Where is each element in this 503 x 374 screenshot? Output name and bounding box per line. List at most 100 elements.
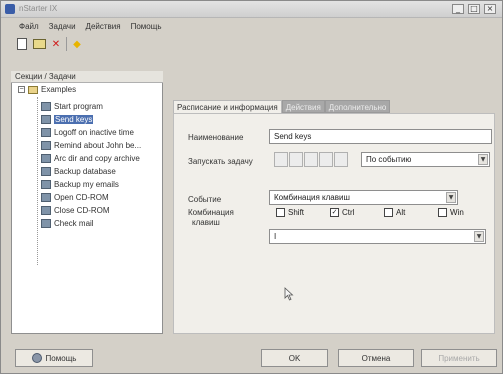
tree-item[interactable]: Close CD-ROM — [41, 204, 141, 217]
name-label: Наименование — [188, 133, 244, 142]
schedule-segment[interactable] — [334, 152, 348, 167]
app-icon — [5, 4, 15, 14]
task-icon — [41, 102, 51, 111]
tree-root[interactable]: − Examples — [18, 85, 76, 94]
task-icon — [41, 115, 51, 124]
maximize-icon[interactable]: □ — [468, 4, 480, 14]
menu-bar: Файл Задачи Действия Помощь — [1, 19, 502, 33]
tree-item[interactable]: Open CD-ROM — [41, 191, 141, 204]
name-field[interactable]: Send keys — [269, 129, 492, 144]
task-icon — [41, 154, 51, 163]
close-icon[interactable]: × — [484, 4, 496, 14]
event-value: Комбинация клавиш — [274, 193, 350, 202]
help-button[interactable]: Помощь — [15, 349, 93, 367]
tab-strip: Расписание и информация Действия Дополни… — [173, 100, 391, 113]
new-icon[interactable] — [15, 37, 29, 51]
chevron-down-icon[interactable]: ▼ — [474, 231, 484, 242]
chevron-down-icon[interactable]: ▼ — [478, 154, 488, 165]
cancel-button-label: Отмена — [361, 353, 391, 363]
apply-button-label: Применить — [438, 353, 480, 363]
task-icon — [41, 180, 51, 189]
tree-item[interactable]: Logoff on inactive time — [41, 126, 141, 139]
schedule-segment[interactable] — [289, 152, 303, 167]
tree-item[interactable]: Backup my emails — [41, 178, 141, 191]
tree-item-label: Check mail — [54, 219, 94, 228]
open-icon[interactable] — [32, 37, 46, 51]
toolbar: ✕ ◆ — [15, 35, 84, 53]
menu-actions[interactable]: Действия — [86, 22, 121, 31]
tree-item-selected[interactable]: Send keys — [41, 113, 141, 126]
tree-item-label: Remind about John be... — [54, 141, 142, 150]
tab-advanced[interactable]: Дополнительно — [324, 100, 391, 113]
checkbox-box[interactable] — [438, 208, 447, 217]
event-label: Событие — [188, 195, 222, 204]
alt-checkbox[interactable]: Alt — [384, 208, 405, 217]
mouse-pointer-icon — [284, 287, 294, 301]
task-icon — [41, 128, 51, 137]
cancel-button[interactable]: Отмена — [338, 349, 414, 367]
chevron-down-icon[interactable]: ▼ — [446, 192, 456, 203]
collapse-icon[interactable]: − — [18, 86, 25, 93]
run-mode-value: По событию — [366, 155, 412, 164]
tab-schedule[interactable]: Расписание и информация — [173, 100, 282, 113]
tree-root-label: Examples — [41, 85, 77, 94]
run-mode-select[interactable]: По событию ▼ — [361, 152, 490, 167]
schedule-segment[interactable] — [304, 152, 318, 167]
folder-icon — [28, 85, 38, 94]
tree-item-label: Start program — [54, 102, 103, 111]
combo-label-2: клавиш — [192, 218, 220, 227]
tree-item-label: Backup database — [54, 167, 116, 176]
ok-button[interactable]: OK — [261, 349, 328, 367]
tree-item[interactable]: Arc dir and copy archive — [41, 152, 141, 165]
tree-list: Start program Send keys Logoff on inacti… — [41, 100, 141, 230]
checkbox-box[interactable] — [276, 208, 285, 217]
task-icon — [41, 193, 51, 202]
win-checkbox[interactable]: Win — [438, 208, 464, 217]
tree-item-label: Backup my emails — [54, 180, 119, 189]
title-bar: nStarter IX _ □ × — [1, 1, 502, 18]
help-button-label: Помощь — [45, 353, 77, 363]
tree-item-label: Open CD-ROM — [54, 193, 109, 202]
menu-help[interactable]: Помощь — [131, 22, 162, 31]
tree-item-label: Logoff on inactive time — [54, 128, 134, 137]
delete-icon[interactable]: ✕ — [49, 37, 63, 51]
tree-item-label: Send keys — [54, 115, 94, 124]
schedule-segment[interactable] — [319, 152, 333, 167]
schedule-segment[interactable] — [274, 152, 288, 167]
event-select[interactable]: Комбинация клавиш ▼ — [269, 190, 458, 205]
run-icon[interactable]: ◆ — [70, 37, 84, 51]
tree-item[interactable]: Backup database — [41, 165, 141, 178]
task-icon — [41, 141, 51, 150]
window-controls: _ □ × — [452, 4, 496, 14]
tree-item[interactable]: Check mail — [41, 217, 141, 230]
tree-item-label: Close CD-ROM — [54, 206, 110, 215]
tab-actions[interactable]: Действия — [281, 100, 325, 113]
task-icon — [41, 167, 51, 176]
run-label: Запускать задачу — [188, 157, 253, 166]
shift-checkbox[interactable]: Shift — [276, 208, 304, 217]
tree-guide-line — [37, 97, 38, 265]
win-label: Win — [450, 208, 464, 217]
ctrl-label: Ctrl — [342, 208, 355, 217]
alt-label: Alt — [396, 208, 406, 217]
tree-item[interactable]: Start program — [41, 100, 141, 113]
window-title: nStarter IX — [19, 4, 58, 13]
checkbox-box[interactable] — [384, 208, 393, 217]
tree-item[interactable]: Remind about John be... — [41, 139, 141, 152]
menu-tasks[interactable]: Задачи — [49, 22, 76, 31]
menu-file[interactable]: Файл — [19, 22, 39, 31]
tree-item-label: Arc dir and copy archive — [54, 154, 140, 163]
tab-content — [173, 113, 495, 334]
key-select[interactable]: I ▼ — [269, 229, 486, 244]
minimize-icon[interactable]: _ — [452, 4, 464, 14]
ok-button-label: OK — [288, 353, 301, 363]
task-icon — [41, 206, 51, 215]
toolbar-divider — [66, 37, 67, 51]
apply-button[interactable]: Применить — [421, 349, 497, 367]
help-icon — [31, 353, 42, 363]
ctrl-checkbox[interactable]: ✓ Ctrl — [330, 208, 354, 217]
shift-label: Shift — [288, 208, 305, 217]
checkmark-icon[interactable]: ✓ — [330, 208, 339, 217]
task-icon — [41, 219, 51, 228]
combo-label-1: Комбинация — [188, 208, 234, 217]
